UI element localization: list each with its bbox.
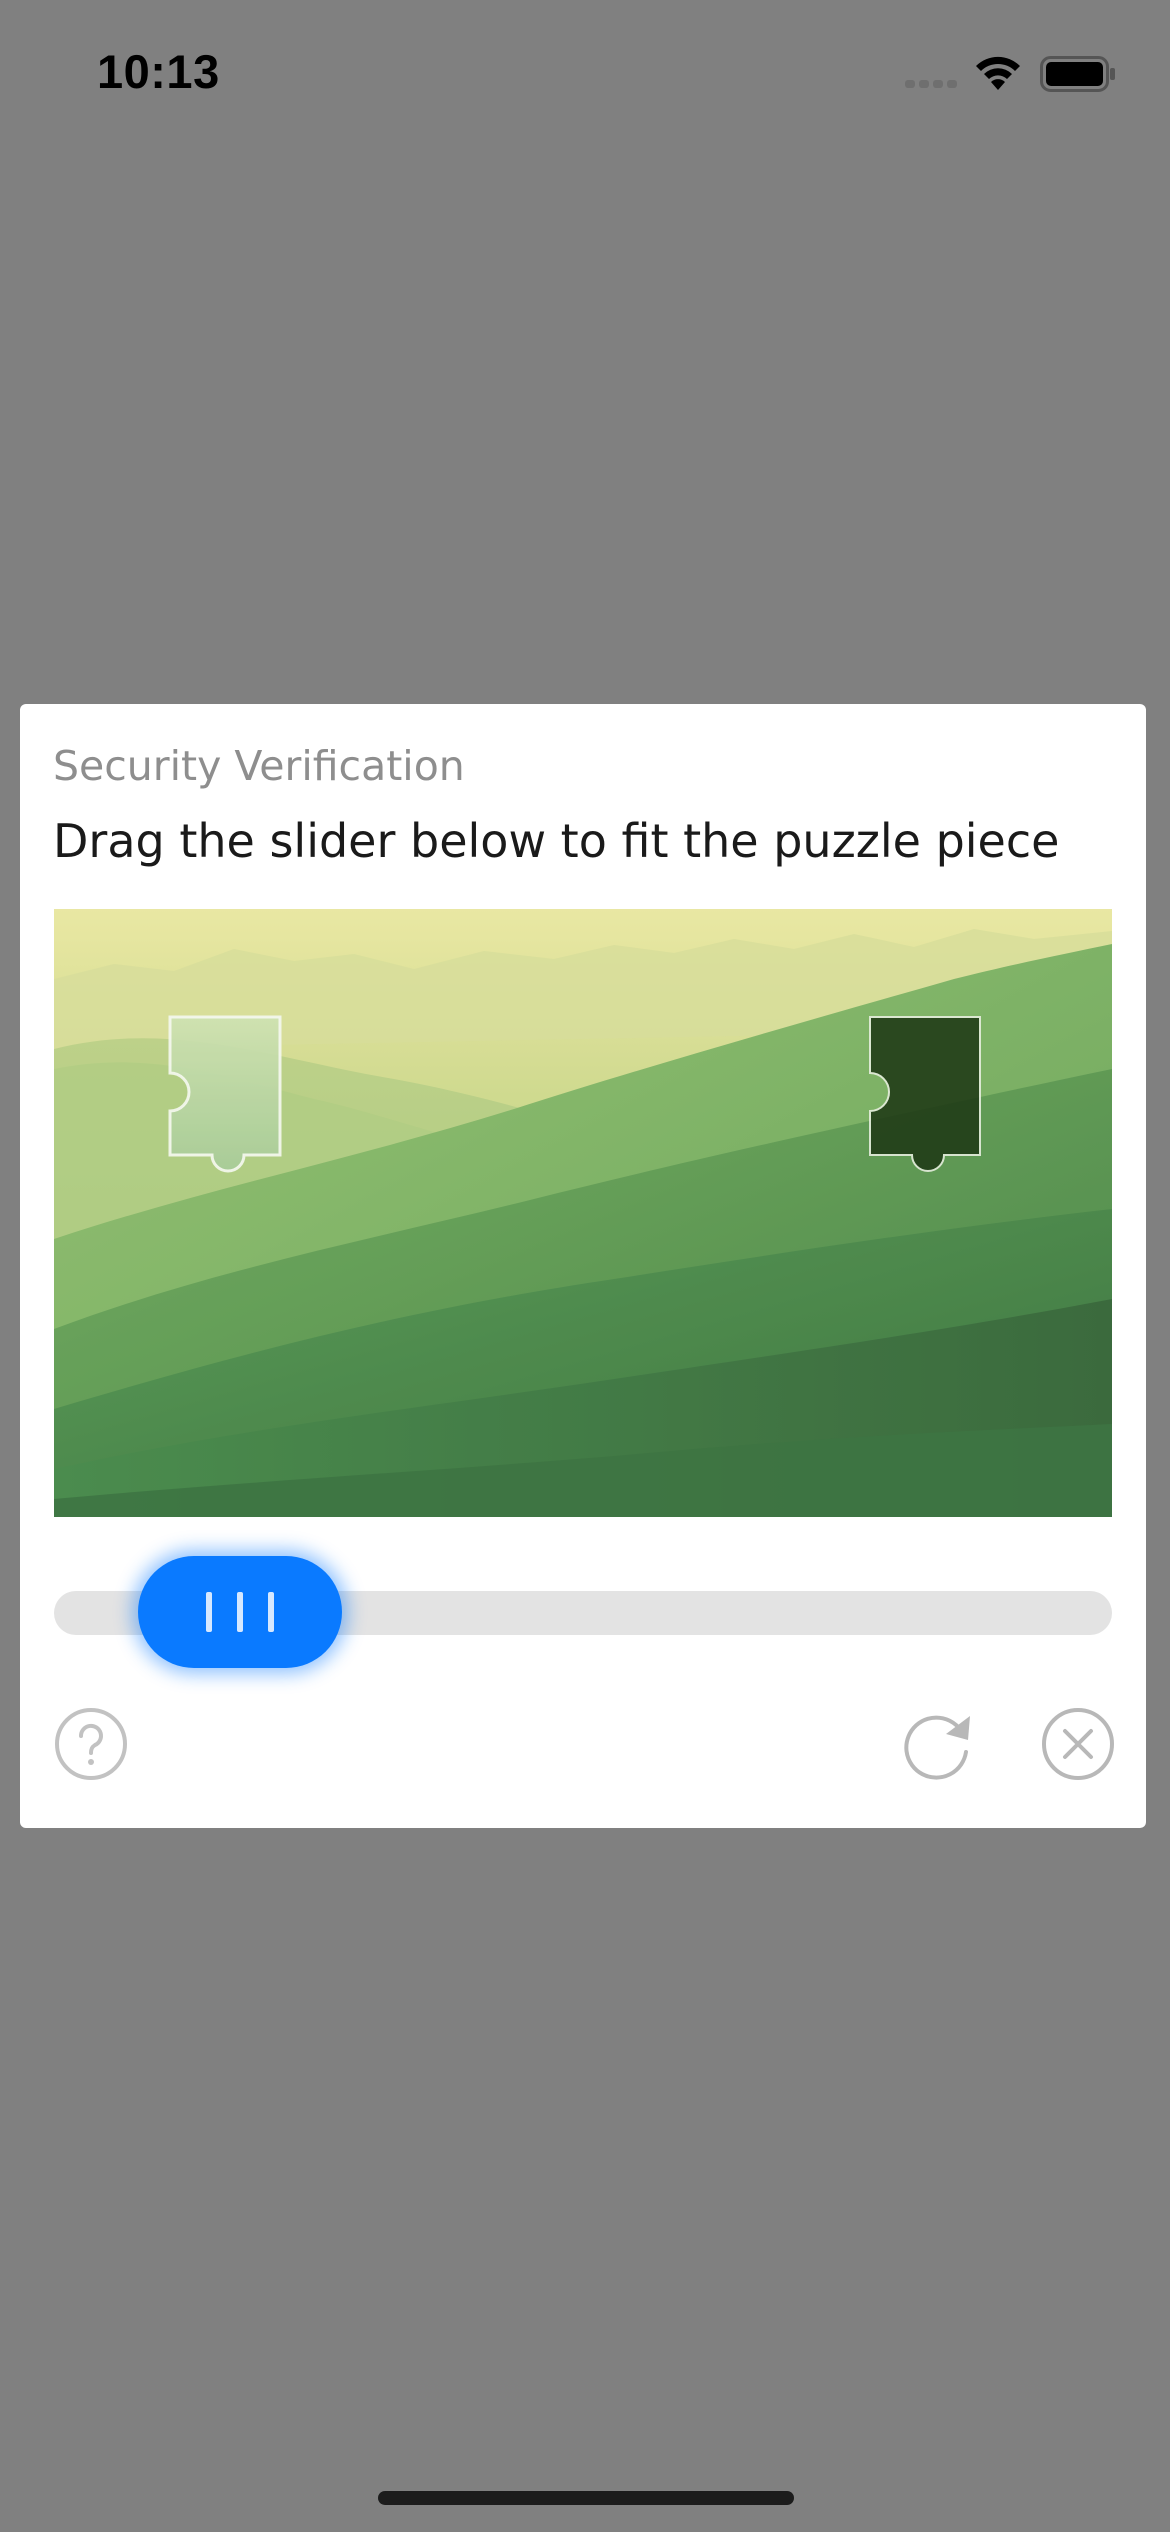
cellular-signal-icon — [905, 80, 957, 88]
grip-lines-icon — [206, 1592, 274, 1632]
security-verification-dialog: Security Verification Drag the slider be… — [20, 704, 1146, 1828]
dialog-title: Security Verification — [53, 742, 465, 790]
mountain-landscape-image — [54, 909, 1112, 1517]
slider-handle[interactable] — [138, 1556, 342, 1668]
dialog-instruction: Drag the slider below to fit the puzzle … — [53, 814, 1060, 868]
home-indicator — [378, 2491, 794, 2505]
puzzle-image — [54, 909, 1112, 1517]
close-circle-icon[interactable] — [1040, 1706, 1116, 1782]
wifi-icon — [976, 56, 1020, 90]
status-bar: 10:13 — [0, 0, 1170, 140]
question-circle-icon[interactable] — [53, 1706, 129, 1782]
battery-icon — [1040, 56, 1115, 92]
refresh-icon[interactable] — [900, 1706, 976, 1782]
status-time: 10:13 — [97, 45, 220, 98]
